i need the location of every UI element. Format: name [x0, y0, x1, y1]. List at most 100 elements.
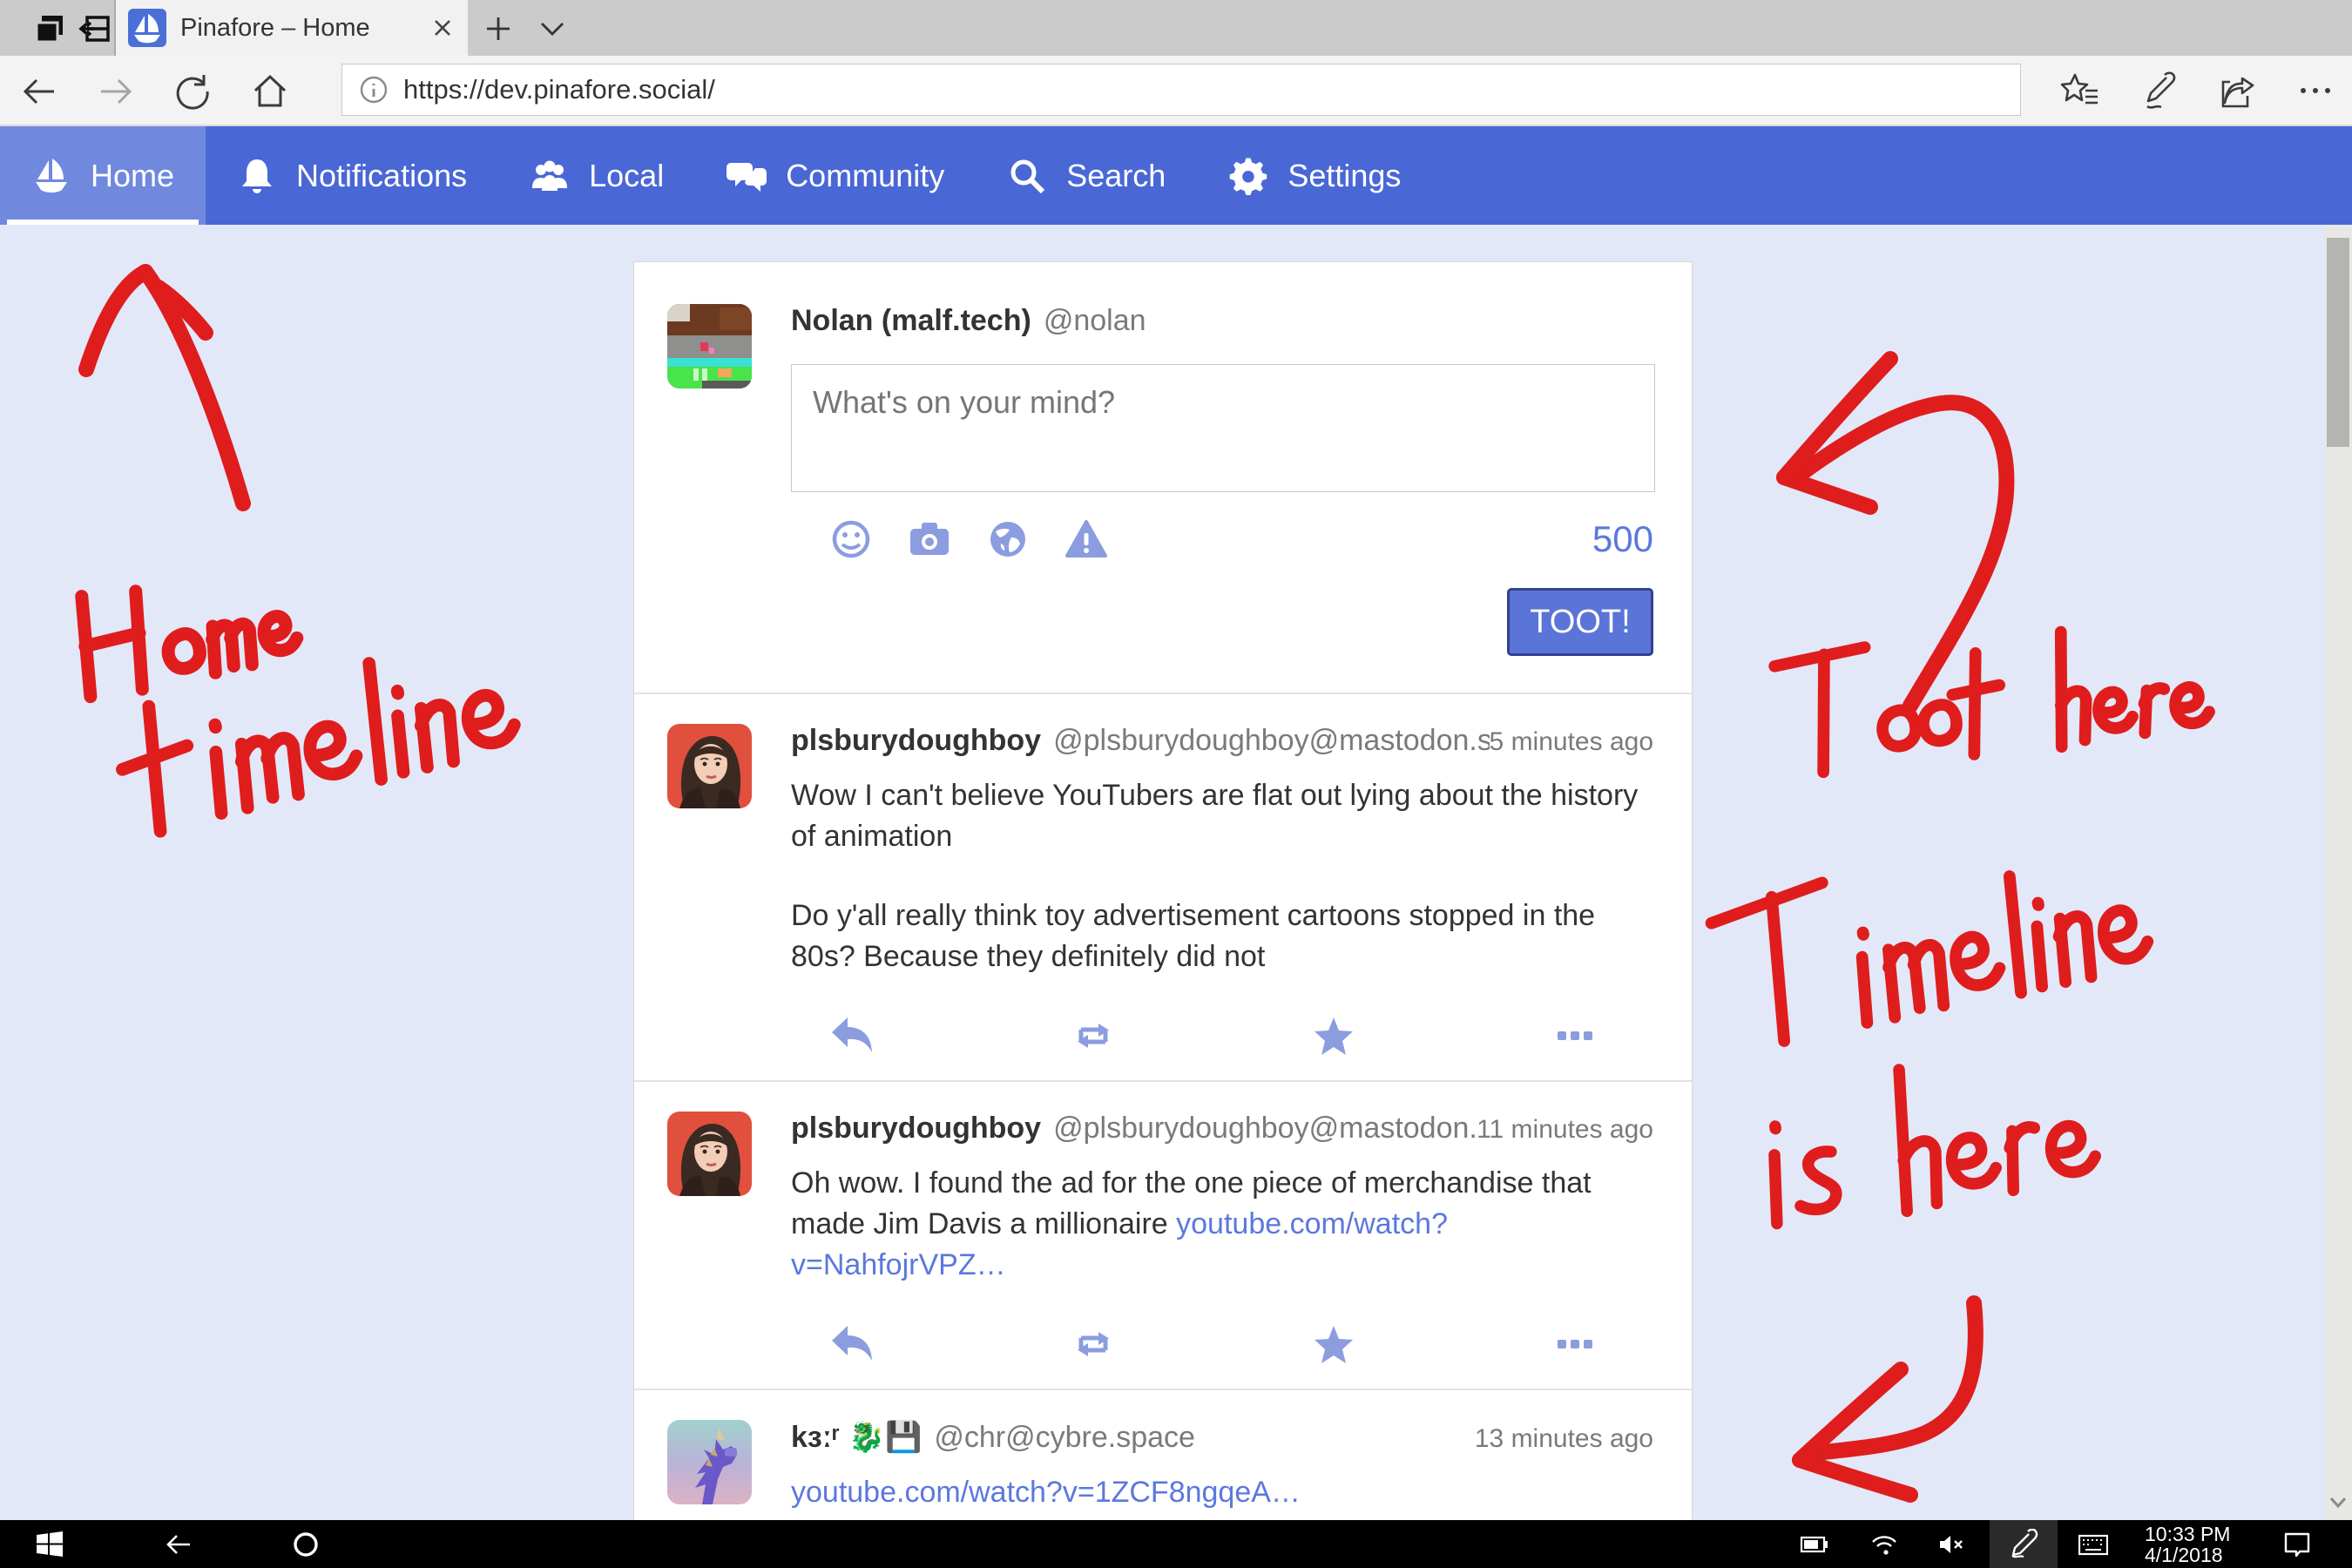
timeline-card: Nolan (malf.tech) @nolan — [633, 261, 1693, 1520]
post-handle: @plsburydoughboy@mastodon.s… — [1053, 1112, 1477, 1146]
dragon-avatar-image — [667, 1420, 752, 1504]
start-button-icon[interactable] — [35, 1530, 64, 1559]
plsburydoughboy-avatar-image — [667, 724, 752, 808]
post-display-name: kɜːʳ — [791, 1421, 840, 1455]
post-timestamp[interactable]: 11 minutes ago — [1477, 1115, 1653, 1145]
nav-label: Notifications — [296, 158, 467, 194]
nav-label: Local — [589, 158, 664, 194]
taskbar-clock[interactable]: 10:33 PM 4/1/2018 — [2145, 1524, 2230, 1565]
clock-time: 10:33 PM — [2145, 1524, 2230, 1544]
ink-pen-icon[interactable] — [2139, 70, 2180, 112]
compose-toolbar: 500 — [828, 517, 1653, 562]
set-tabs-aside-icon[interactable] — [33, 12, 68, 45]
url-text: https://dev.pinafore.social/ — [403, 74, 715, 105]
more-options-icon[interactable] — [1551, 1324, 1598, 1364]
nav-label: Community — [786, 158, 944, 194]
windows-ink-icon — [2009, 1529, 2038, 1558]
screenshot-root: { "browser": { "tab_title": "Pinafore – … — [0, 0, 2352, 1568]
reply-icon[interactable] — [828, 1324, 875, 1364]
reply-icon[interactable] — [828, 1016, 875, 1056]
boost-icon[interactable] — [1070, 1016, 1117, 1056]
compose-input[interactable] — [791, 364, 1655, 492]
bell-icon — [237, 156, 277, 196]
more-options-icon[interactable] — [1551, 1016, 1598, 1056]
volume-muted-icon[interactable] — [1937, 1530, 1967, 1559]
forward-icon[interactable] — [96, 71, 136, 112]
touch-keyboard-icon[interactable] — [2078, 1530, 2108, 1559]
plsburydoughboy-avatar-image — [667, 1112, 752, 1196]
wifi-icon[interactable] — [1869, 1530, 1899, 1559]
char-count: 500 — [1592, 518, 1653, 560]
post-handle: @plsburydoughboy@mastodon.so… — [1053, 724, 1489, 758]
gear-icon — [1228, 156, 1268, 196]
post-avatar[interactable] — [667, 1420, 752, 1504]
timeline-post[interactable]: plsburydoughboy @plsburydoughboy@mastodo… — [634, 694, 1692, 1080]
pinafore-navbar: Home Notifications Local Community Searc… — [0, 126, 2352, 225]
share-icon[interactable] — [2218, 70, 2260, 112]
action-center-icon[interactable] — [2282, 1530, 2312, 1559]
post-link[interactable]: youtube.com/watch?v=1ZCF8ngqeA… — [791, 1476, 1301, 1509]
compose-handle: @nolan — [1044, 304, 1146, 338]
post-avatar[interactable] — [667, 724, 752, 808]
back-icon[interactable] — [19, 71, 59, 112]
post-actions — [828, 1324, 1598, 1364]
post-content: Wow I can't believe YouTubers are flat o… — [791, 775, 1653, 977]
browser-tab-bar: Pinafore – Home — [0, 0, 2352, 56]
browser-tab[interactable]: Pinafore – Home — [116, 0, 468, 56]
home-icon[interactable] — [250, 71, 290, 112]
tab-title: Pinafore – Home — [180, 14, 416, 43]
post-display-name: plsburydoughboy — [791, 724, 1041, 758]
favorites-hub-icon[interactable] — [2059, 70, 2101, 112]
windows-taskbar: 10:33 PM 4/1/2018 — [0, 1520, 2352, 1568]
post-avatar[interactable] — [667, 1112, 752, 1196]
compose-display-name: Nolan (malf.tech) — [791, 304, 1031, 338]
content-warning-icon[interactable] — [1064, 517, 1109, 562]
search-icon — [1007, 156, 1047, 196]
post-timestamp[interactable]: 5 minutes ago — [1490, 727, 1653, 757]
emoji-icon[interactable] — [828, 517, 874, 562]
nav-item-home[interactable]: Home — [0, 126, 206, 225]
page-scrollbar[interactable] — [2324, 225, 2352, 1520]
chat-bubbles-icon — [727, 156, 767, 196]
favorite-star-icon[interactable] — [1310, 1016, 1357, 1056]
post-paragraph: Wow I can't believe YouTubers are flat o… — [791, 775, 1653, 857]
nav-item-settings[interactable]: Settings — [1197, 126, 1432, 225]
nav-item-community[interactable]: Community — [695, 126, 976, 225]
post-paragraph: youtube.com/watch?v=1ZCF8ngqeA… — [791, 1472, 1653, 1513]
url-field[interactable]: https://dev.pinafore.social/ — [341, 64, 2021, 116]
taskbar-back-icon[interactable] — [164, 1530, 193, 1559]
settings-more-icon[interactable] — [2295, 70, 2336, 112]
cortana-icon[interactable] — [291, 1530, 321, 1559]
post-name-emoji: 🐉💾 — [848, 1420, 923, 1455]
nav-label: Settings — [1288, 158, 1401, 194]
refresh-icon[interactable] — [172, 71, 213, 112]
pen-tile[interactable] — [1990, 1520, 2058, 1568]
new-tab-button[interactable] — [481, 12, 516, 45]
favorite-star-icon[interactable] — [1310, 1324, 1357, 1364]
timeline-post[interactable]: plsburydoughboy @plsburydoughboy@mastodo… — [634, 1082, 1692, 1389]
nav-item-search[interactable]: Search — [976, 126, 1197, 225]
people-group-icon — [530, 156, 570, 196]
compose-box: Nolan (malf.tech) @nolan — [634, 262, 1692, 693]
nav-label: Search — [1066, 158, 1166, 194]
timeline-post[interactable]: kɜːʳ 🐉💾 @chr@cybre.space 13 minutes ago … — [634, 1390, 1692, 1520]
compose-avatar[interactable] — [667, 304, 752, 389]
nav-item-local[interactable]: Local — [498, 126, 695, 225]
tab-close-icon[interactable] — [429, 15, 456, 41]
post-paragraph: Oh wow. I found the ad for the one piece… — [791, 1163, 1653, 1286]
globe-icon[interactable] — [985, 517, 1031, 562]
sailboat-home-icon — [31, 156, 71, 196]
boost-icon[interactable] — [1070, 1324, 1117, 1364]
toot-button[interactable]: TOOT! — [1507, 588, 1653, 656]
post-timestamp[interactable]: 13 minutes ago — [1475, 1424, 1653, 1454]
site-info-icon[interactable] — [358, 74, 389, 105]
restore-tabs-icon[interactable] — [77, 12, 112, 45]
tab-preview-chevron-icon[interactable] — [537, 17, 568, 40]
scroll-down-icon[interactable] — [2328, 1496, 2348, 1510]
battery-icon[interactable] — [1800, 1530, 1829, 1559]
post-actions — [828, 1016, 1598, 1056]
camera-icon[interactable] — [907, 517, 952, 562]
scrollbar-thumb[interactable] — [2327, 238, 2349, 447]
pinafore-favicon — [128, 9, 166, 47]
nav-item-notifications[interactable]: Notifications — [206, 126, 498, 225]
